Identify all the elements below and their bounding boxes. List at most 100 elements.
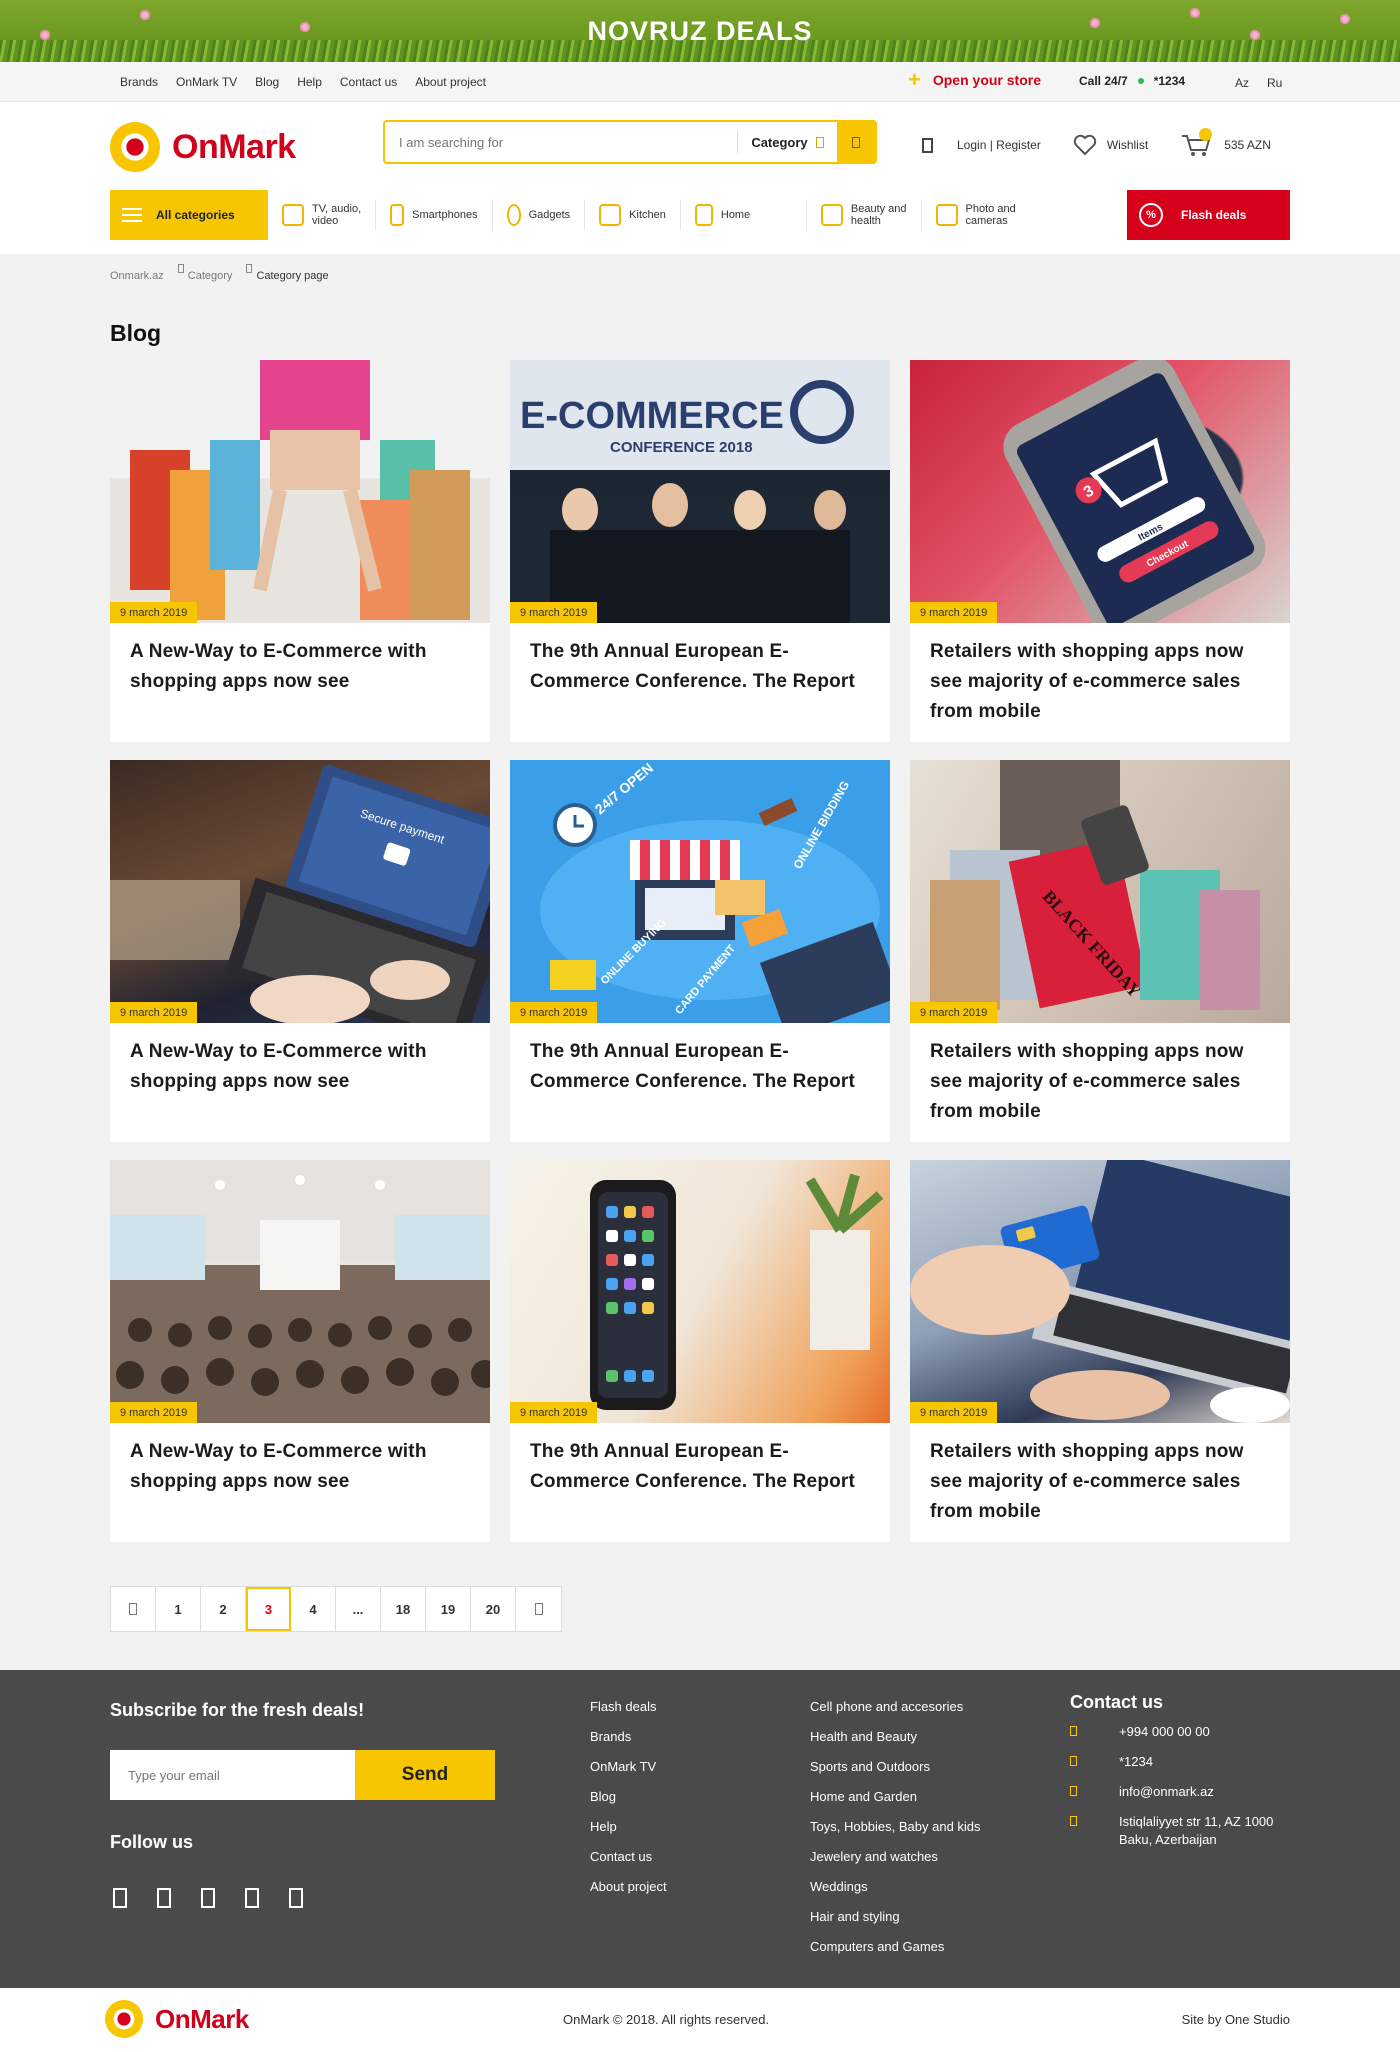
search-button[interactable]	[837, 122, 875, 162]
category-beauty-health[interactable]: Beauty and health	[807, 200, 922, 230]
facebook-icon[interactable]	[113, 1888, 127, 1908]
all-categories-button[interactable]: All categories	[110, 190, 268, 240]
pagination-page[interactable]: 2	[201, 1587, 246, 1631]
instagram-icon[interactable]	[157, 1888, 171, 1908]
post-title[interactable]: The 9th Annual European E-Commerce Confe…	[510, 1023, 890, 1097]
contact-email[interactable]: info@onmark.az	[1119, 1783, 1214, 1801]
post-date: 9 march 2019	[910, 1402, 998, 1423]
pagination-page[interactable]: 19	[426, 1587, 471, 1631]
footer-category-link[interactable]: Computers and Games	[810, 1938, 981, 1956]
pagination-page[interactable]: 18	[381, 1587, 426, 1631]
footer-link[interactable]: Help	[590, 1818, 667, 1836]
pagination-next[interactable]	[516, 1587, 561, 1631]
blog-card[interactable]: 9 march 2019 A New-Way to E-Commerce wit…	[110, 360, 490, 742]
post-title[interactable]: A New-Way to E-Commerce with shopping ap…	[110, 623, 490, 697]
lang-az[interactable]: Az	[1235, 76, 1249, 90]
category-photo-cameras[interactable]: Photo and cameras	[922, 200, 1030, 230]
footer-logo[interactable]: OnMark	[105, 2000, 249, 2038]
footer-link[interactable]: Contact us	[590, 1848, 667, 1866]
cart-icon[interactable]	[1180, 128, 1213, 158]
washing-machine-icon	[694, 204, 713, 226]
site-credit[interactable]: Site by One Studio	[1182, 2012, 1290, 2027]
post-title[interactable]: Retailers with shopping apps now see maj…	[910, 1423, 1290, 1527]
flash-deals-label: Flash deals	[1181, 208, 1247, 222]
post-title[interactable]: The 9th Annual European E-Commerce Confe…	[510, 1423, 890, 1497]
util-link-contact[interactable]: Contact us	[340, 75, 397, 89]
util-link-blog[interactable]: Blog	[255, 75, 279, 89]
footer-category-link[interactable]: Jewelery and watches	[810, 1848, 981, 1866]
logo-mark-icon	[105, 2000, 143, 2038]
pagination-prev[interactable]	[111, 1587, 156, 1631]
send-button[interactable]: Send	[355, 1750, 495, 1800]
twitter-icon[interactable]	[201, 1888, 215, 1908]
blog-card[interactable]: Secure payment 9 march 2019 A New-Way to…	[110, 760, 490, 1142]
contact-phone[interactable]: +994 000 00 00	[1119, 1723, 1210, 1741]
util-link-onmark-tv[interactable]: OnMark TV	[176, 75, 237, 89]
footer-link[interactable]: OnMark TV	[590, 1758, 667, 1776]
lang-ru[interactable]: Ru	[1267, 76, 1282, 90]
footer-category-link[interactable]: Toys, Hobbies, Baby and kids	[810, 1818, 981, 1836]
linkedin-icon[interactable]	[289, 1888, 303, 1908]
cart-total[interactable]: 535 AZN	[1224, 138, 1271, 152]
footer-link[interactable]: Brands	[590, 1728, 667, 1746]
call-number[interactable]: *1234	[1154, 74, 1185, 88]
hair-dryer-icon	[820, 204, 843, 226]
blog-card[interactable]: 9 march 2019 A New-Way to E-Commerce wit…	[110, 1160, 490, 1542]
util-link-brands[interactable]: Brands	[120, 75, 158, 89]
search-input[interactable]	[385, 122, 737, 162]
logo[interactable]: OnMark	[110, 122, 296, 172]
pagination-page-current[interactable]: 3	[246, 1587, 291, 1631]
watch-icon	[506, 204, 521, 226]
util-link-about[interactable]: About project	[415, 75, 486, 89]
category-kitchen[interactable]: Kitchen	[585, 200, 681, 230]
post-date: 9 march 2019	[110, 1002, 198, 1023]
post-title[interactable]: Retailers with shopping apps now see maj…	[910, 623, 1290, 727]
login-register-link[interactable]: Login | Register	[957, 138, 1041, 152]
blog-card[interactable]: BLACK FRIDAY 9 march 2019 Retailers with…	[910, 760, 1290, 1142]
footer-category-link[interactable]: Home and Garden	[810, 1788, 981, 1806]
blog-card[interactable]: 9 march 2019 Retailers with shopping app…	[910, 1160, 1290, 1542]
category-gadgets[interactable]: Gadgets	[493, 200, 586, 230]
post-title[interactable]: A New-Way to E-Commerce with shopping ap…	[110, 1023, 490, 1097]
footer-link[interactable]: Blog	[590, 1788, 667, 1806]
pagination-page[interactable]: 1	[156, 1587, 201, 1631]
flash-deals-button[interactable]: % Flash deals	[1127, 190, 1290, 240]
category-label: Gadgets	[528, 209, 571, 221]
util-link-help[interactable]: Help	[297, 75, 322, 89]
category-select[interactable]: Category	[737, 130, 837, 154]
blog-image-phone-cart: Items Checkout 3 9 march 2019	[910, 360, 1290, 623]
category-home[interactable]: Home	[681, 200, 807, 230]
footer-category-link[interactable]: Cell phone and accesories	[810, 1698, 981, 1716]
blog-card[interactable]: 9 march 2019 The 9th Annual European E-C…	[510, 1160, 890, 1542]
pagination-page[interactable]: 4	[291, 1587, 336, 1631]
footer-category-link[interactable]: Health and Beauty	[810, 1728, 981, 1746]
open-store-link[interactable]: + Open your store	[908, 69, 1041, 91]
utility-bar: Brands OnMark TV Blog Help Contact us Ab…	[0, 62, 1400, 102]
heart-icon[interactable]	[1073, 134, 1097, 156]
footer-link[interactable]: Flash deals	[590, 1698, 667, 1716]
footer-category-link[interactable]: Sports and Outdoors	[810, 1758, 981, 1776]
chevron-left-icon	[129, 1603, 137, 1615]
post-title[interactable]: The 9th Annual European E-Commerce Confe…	[510, 623, 890, 697]
category-tv-audio-video[interactable]: TV, audio, video	[268, 200, 377, 230]
contact-hotline[interactable]: *1234	[1119, 1753, 1153, 1771]
pagination-page[interactable]: 20	[471, 1587, 516, 1631]
post-title[interactable]: Retailers with shopping apps now see maj…	[910, 1023, 1290, 1127]
promo-banner[interactable]: NOVRUZ DEALS	[0, 0, 1400, 62]
category-label: Beauty and health	[851, 203, 907, 227]
blog-card[interactable]: Items Checkout 3 9 march 2019 Retailers …	[910, 360, 1290, 742]
conference-title: E-COMMERCE	[520, 395, 784, 437]
footer-category-link[interactable]: Hair and styling	[810, 1908, 981, 1926]
wishlist-link[interactable]: Wishlist	[1107, 138, 1148, 152]
blog-card[interactable]: 24/7 OPEN ONLINE BIDDING ONLINE BUYING C…	[510, 760, 890, 1142]
breadcrumb-home[interactable]: Onmark.az	[110, 270, 164, 282]
footer-link[interactable]: About project	[590, 1878, 667, 1896]
email-input[interactable]	[110, 1750, 355, 1800]
category-smartphones[interactable]: Smartphones	[376, 200, 493, 230]
category-label-line2: video	[312, 215, 339, 227]
blog-card[interactable]: E-COMMERCE CONFERENCE 2018 9 march 2019 …	[510, 360, 890, 742]
footer-category-link[interactable]: Weddings	[810, 1878, 981, 1896]
post-title[interactable]: A New-Way to E-Commerce with shopping ap…	[110, 1423, 490, 1497]
breadcrumb-category[interactable]: Category	[188, 270, 233, 282]
youtube-icon[interactable]	[245, 1888, 259, 1908]
